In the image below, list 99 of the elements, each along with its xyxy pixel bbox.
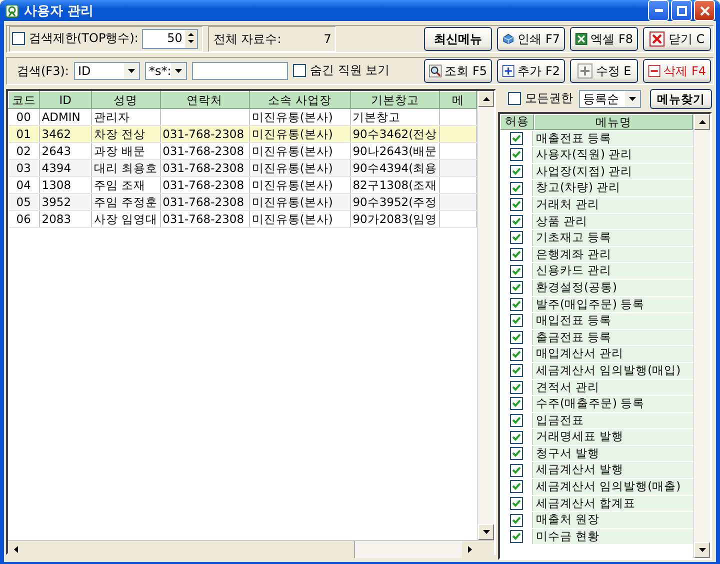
table-cell: 031-768-2308 bbox=[162, 212, 244, 226]
table-cell: 90가2083(임영 bbox=[352, 212, 438, 226]
menu-name[interactable]: 세금계산서 합계표 bbox=[533, 496, 693, 512]
window-title: 사용자 관리 bbox=[24, 2, 95, 20]
column-header[interactable]: 허용 bbox=[500, 114, 534, 130]
table-cell: 1308 bbox=[42, 178, 72, 192]
menu-name[interactable]: 매출처 원장 bbox=[533, 512, 693, 528]
table-cell: 관리자 bbox=[94, 110, 130, 124]
table-cell: 90수4394(최용 bbox=[352, 160, 438, 174]
menu-name[interactable]: 창고(차량) 관리 bbox=[533, 180, 693, 196]
table-cell: 2643 bbox=[42, 144, 72, 158]
table-row[interactable]: 05 3952 주임 주정훈 031-768-2308 미진유통(본사) 90수3952(주정 bbox=[8, 194, 476, 210]
match-dropdown[interactable]: *s*: bbox=[144, 62, 187, 80]
sort-dropdown[interactable]: 등록순 bbox=[579, 90, 641, 108]
menu-name[interactable]: 매출전표 등록 bbox=[533, 130, 693, 146]
menu-name[interactable]: 매입계산서 관리 bbox=[533, 346, 693, 362]
column-header[interactable]: 기본창고 bbox=[350, 92, 440, 108]
table-cell: 2083 bbox=[42, 212, 72, 226]
refresh-button[interactable]: 최신메뉴 bbox=[424, 27, 492, 51]
menu-name[interactable]: 상품 관리 bbox=[533, 214, 693, 230]
menu-name[interactable]: 견적서 관리 bbox=[533, 380, 693, 396]
table-cell: 90수3462(전상 bbox=[352, 126, 438, 140]
menu-name[interactable]: 수주(매출주문) 등록 bbox=[533, 396, 693, 412]
menu-name[interactable]: 신용카드 관리 bbox=[533, 263, 693, 279]
menu-name[interactable]: 매입전표 등록 bbox=[533, 313, 693, 329]
column-header[interactable]: 코드 bbox=[8, 92, 40, 108]
search-label: 검색(F3): bbox=[16, 62, 69, 80]
print-button[interactable]: 인쇄 F7 bbox=[497, 27, 565, 51]
table-cell: 05 bbox=[16, 195, 31, 209]
table-cell: 미진유통(본사) bbox=[252, 212, 333, 226]
table-row[interactable]: 03 4394 대리 최용호 031-768-2308 미진유통(본사) 90수4394(최용 bbox=[8, 160, 476, 176]
column-header[interactable]: 소속 사업장 bbox=[249, 92, 350, 108]
table-cell: 90나2643(배문 bbox=[352, 144, 438, 158]
table-cell: 031-768-2308 bbox=[162, 161, 244, 175]
column-header[interactable]: 메 bbox=[440, 92, 476, 108]
table-cell: 차장 전상 bbox=[94, 126, 146, 140]
column-header[interactable]: ID bbox=[39, 92, 92, 108]
table-cell: 4394 bbox=[42, 161, 72, 175]
column-header[interactable]: 메뉴명 bbox=[534, 114, 693, 130]
table-cell: 사장 임영대 bbox=[94, 212, 158, 226]
total-count: 7 bbox=[324, 32, 332, 46]
table-cell: 031-768-2308 bbox=[162, 178, 244, 192]
column-header[interactable]: 연락처 bbox=[160, 92, 250, 108]
table-cell: 01 bbox=[16, 127, 31, 141]
menu-name[interactable]: 환경설정(공통) bbox=[533, 280, 693, 296]
top-count-spinner[interactable]: 50 bbox=[142, 29, 198, 49]
menu-name[interactable]: 세금계산서 발행 bbox=[533, 462, 693, 478]
table-cell: 90수3952(주정 bbox=[352, 194, 438, 208]
delete-button[interactable]: 삭제 F4 bbox=[643, 59, 711, 83]
table-cell: 3462 bbox=[42, 127, 72, 141]
table-cell: 00 bbox=[16, 110, 31, 124]
table-cell: 02 bbox=[16, 144, 31, 158]
menu-name[interactable]: 거래명세표 발행 bbox=[533, 429, 693, 445]
excel-button[interactable]: 엑셀 F8 bbox=[570, 27, 638, 51]
table-cell: 과장 배문 bbox=[94, 144, 146, 158]
table-cell: 미진유통(본사) bbox=[252, 144, 333, 158]
search-button[interactable]: 조회 F5 bbox=[424, 59, 492, 83]
table-cell: 04 bbox=[16, 178, 31, 192]
menu-name[interactable]: 청구서 발행 bbox=[533, 446, 693, 462]
table-cell: 3952 bbox=[42, 195, 72, 209]
table-cell: 미진유통(본사) bbox=[252, 194, 333, 208]
menu-name[interactable]: 세금계산서 임의발행(매입) bbox=[533, 362, 693, 378]
table-cell: 06 bbox=[16, 212, 31, 226]
menu-name[interactable]: 사용자(직원) 관리 bbox=[533, 147, 693, 163]
menu-name[interactable]: 세금계산서 임의발행(매출) bbox=[533, 479, 693, 495]
column-header[interactable]: 성명 bbox=[91, 92, 160, 108]
table-cell: 031-768-2308 bbox=[162, 195, 244, 209]
add-button[interactable]: 추가 F2 bbox=[497, 59, 565, 83]
table-cell: 대리 최용호 bbox=[94, 160, 158, 174]
table-cell: 기본창고 bbox=[352, 110, 401, 124]
checkbox-label: 검색제한(TOP행수): bbox=[29, 30, 138, 47]
checkbox-label: 모든권한 bbox=[525, 90, 573, 107]
menu-name[interactable]: 출금전표 등록 bbox=[533, 330, 693, 346]
menu-name[interactable]: 거래처 관리 bbox=[533, 196, 693, 213]
menu-name[interactable]: 은행계좌 관리 bbox=[533, 246, 693, 262]
menu-name[interactable]: 입금전표 bbox=[533, 412, 693, 428]
menu-name[interactable]: 기초재고 등록 bbox=[533, 230, 693, 246]
total-label: 전체 자료수: bbox=[213, 30, 282, 48]
table-cell: 미진유통(본사) bbox=[252, 110, 333, 124]
menu-name[interactable]: 사업장(지점) 관리 bbox=[533, 164, 693, 180]
table-cell: 주임 조재 bbox=[94, 178, 146, 192]
search-field-dropdown[interactable]: ID bbox=[74, 62, 140, 80]
checkbox-label: 숨긴 직원 보기 bbox=[310, 62, 390, 79]
table-cell: 주임 주정훈 bbox=[94, 194, 158, 208]
menu-name[interactable]: 발주(매입주문) 등록 bbox=[533, 296, 693, 312]
table-cell: 미진유통(본사) bbox=[252, 160, 333, 174]
table-cell: 03 bbox=[16, 161, 31, 175]
table-cell: 031-768-2308 bbox=[162, 144, 244, 158]
edit-button[interactable]: 수정 E bbox=[570, 59, 638, 83]
table-cell: 031-768-2308 bbox=[162, 127, 244, 141]
table-cell: 미진유통(본사) bbox=[252, 178, 333, 192]
find-menu-button[interactable]: 메뉴찾기 bbox=[650, 89, 712, 109]
table-cell: 82구1308(조재 bbox=[352, 178, 438, 192]
table-row[interactable]: 01 3462 차장 전상 031-768-2308 미진유통(본사) 90수3462(전상 bbox=[8, 126, 476, 142]
table-cell: 미진유통(본사) bbox=[252, 126, 333, 140]
table-row[interactable]: 06 2083 사장 임영대 031-768-2308 미진유통(본사) 90가2083(임영 bbox=[8, 210, 476, 228]
menu-name[interactable]: 미수금 현황 bbox=[533, 528, 693, 544]
table-cell: ADMIN bbox=[42, 110, 80, 124]
close-button[interactable]: 닫기 C bbox=[643, 27, 711, 51]
